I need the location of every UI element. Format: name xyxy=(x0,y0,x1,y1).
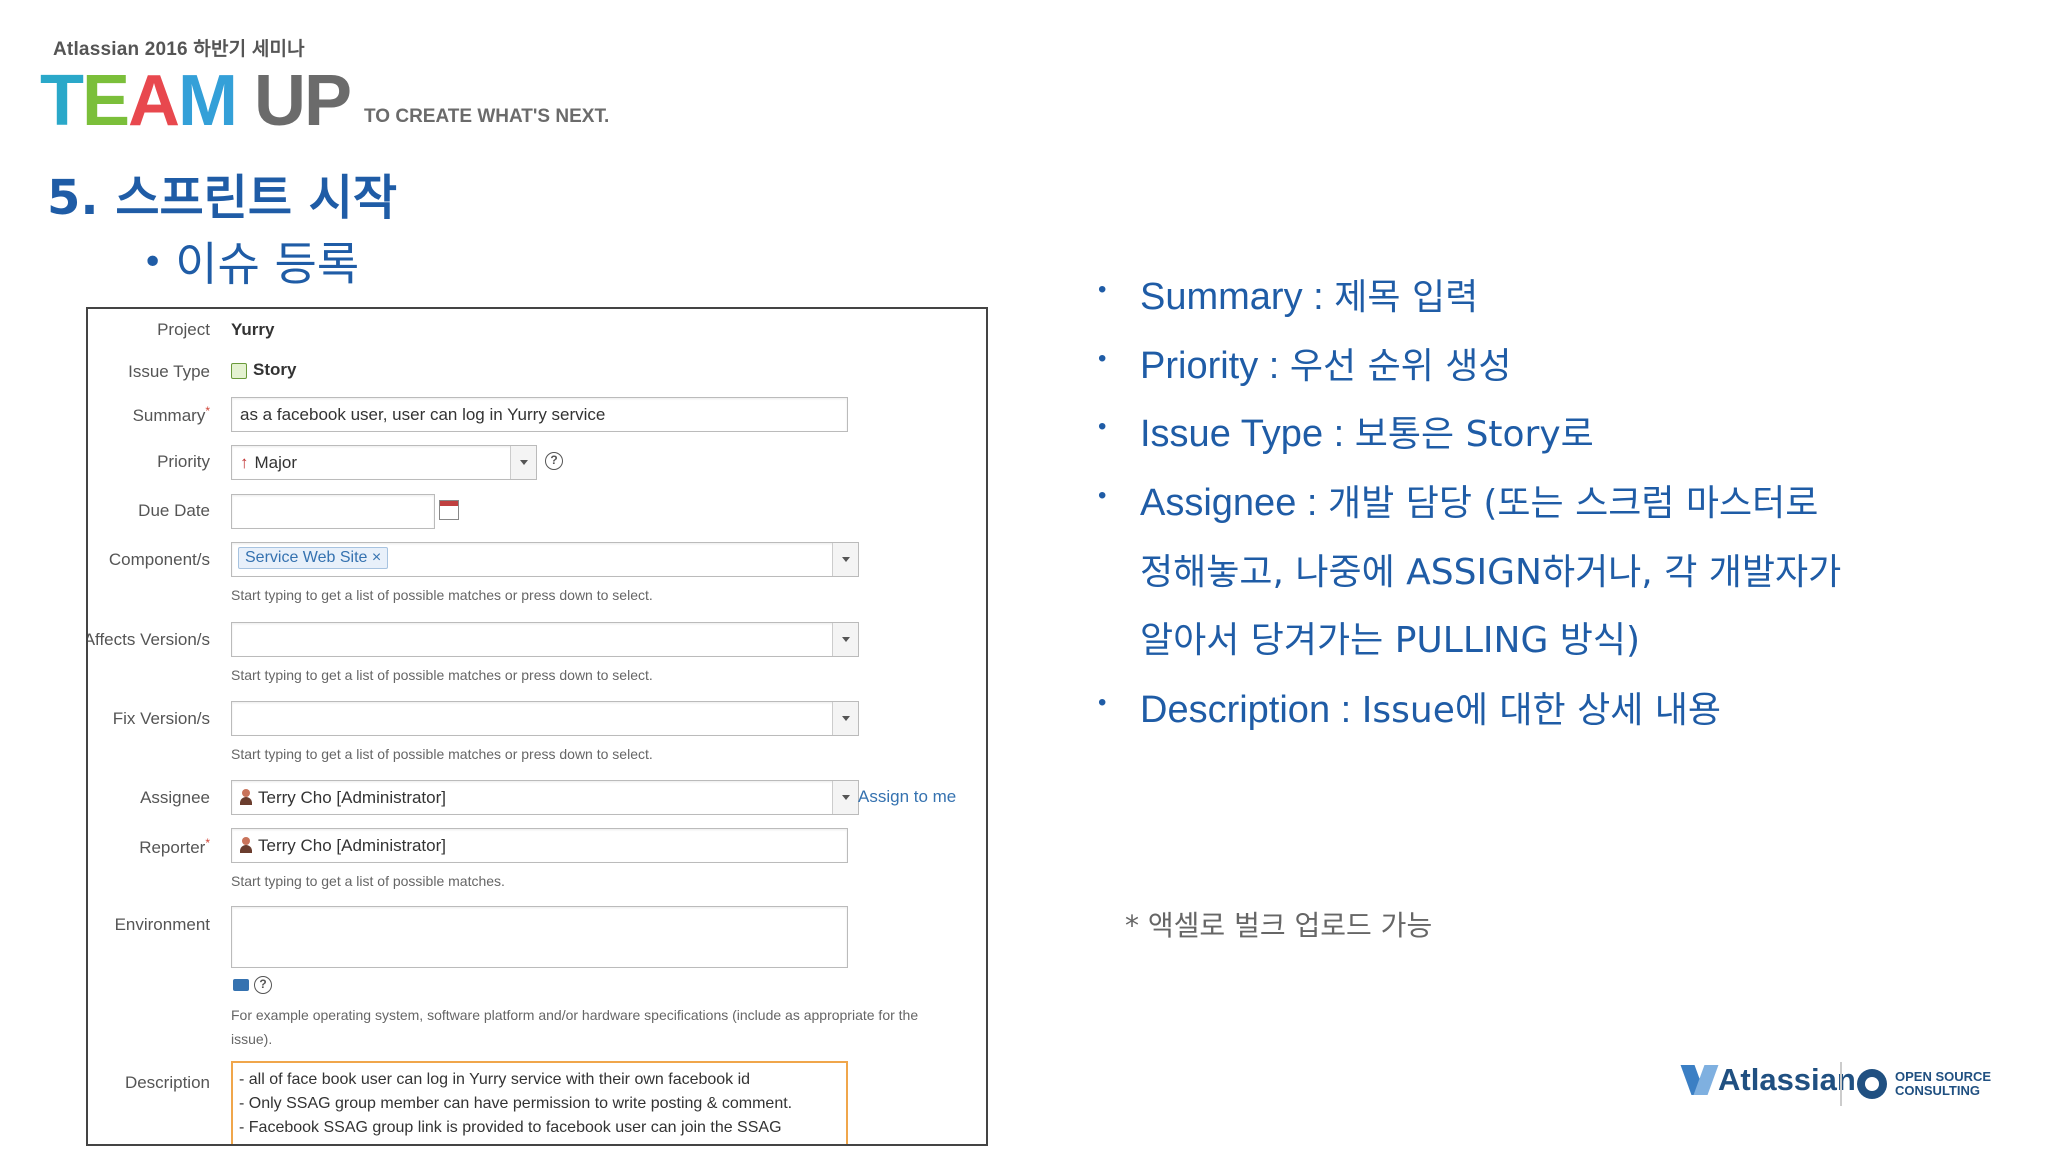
summary-input[interactable]: as a facebook user, user can log in Yurr… xyxy=(231,397,848,432)
user-icon xyxy=(240,837,252,853)
bullet-dot: • xyxy=(142,242,164,283)
components-input[interactable]: Service Web Site × xyxy=(231,542,859,577)
fix-version-hint: Start typing to get a list of possible m… xyxy=(231,746,653,762)
components-hint: Start typing to get a list of possible m… xyxy=(231,587,653,603)
description-line: - Facebook SSAG group link is provided t… xyxy=(239,1119,782,1136)
due-date-input[interactable] xyxy=(231,494,435,529)
description-textarea[interactable]: - all of face book user can log in Yurry… xyxy=(231,1061,848,1144)
team-word: TEAM xyxy=(40,61,238,141)
slide-title: 5. 스프린트 시작 xyxy=(47,170,398,226)
affects-version-label: Affects Version/s xyxy=(86,630,210,649)
story-icon xyxy=(231,362,247,379)
dropdown-chevron-icon[interactable] xyxy=(832,702,858,735)
slide-subtitle: • 이슈 등록 xyxy=(142,228,359,294)
environment-label: Environment xyxy=(114,915,210,934)
bulk-upload-note: * 액셀로 벌크 업로드 가능 xyxy=(1125,909,1433,942)
project-label: Project xyxy=(157,320,210,339)
components-label: Component/s xyxy=(108,550,210,569)
environment-textarea[interactable] xyxy=(231,906,848,968)
assignee-select[interactable]: Terry Cho [Administrator] xyxy=(231,780,859,815)
dropdown-chevron-icon[interactable] xyxy=(832,781,858,814)
fix-version-label: Fix Version/s xyxy=(112,709,210,728)
due-date-label: Due Date xyxy=(138,501,210,520)
assignee-label: Assignee xyxy=(140,788,210,807)
issue-type-value[interactable]: Story xyxy=(231,360,296,380)
seminar-label: Atlassian 2016 하반기 세미나 xyxy=(53,39,305,60)
reporter-input[interactable]: Terry Cho [Administrator] xyxy=(231,828,848,863)
dropdown-chevron-icon[interactable] xyxy=(832,543,858,576)
open-source-consulting-logo: OPEN SOURCE CONSULTING xyxy=(1857,1069,1991,1099)
summary-label: Summary* xyxy=(132,404,210,425)
priority-label: Priority xyxy=(157,452,210,471)
create-issue-form: Project Yurry Issue Type Story Summary* … xyxy=(86,307,988,1146)
priority-major-icon: ↑ xyxy=(240,453,249,472)
priority-select[interactable]: ↑ Major xyxy=(231,445,537,480)
calendar-icon[interactable] xyxy=(439,500,459,520)
osc-emblem-icon xyxy=(1857,1069,1887,1099)
atlassian-logo: Atlassian xyxy=(1686,1062,1856,1098)
assign-to-me-link[interactable]: Assign to me xyxy=(858,787,956,807)
description-label: Description xyxy=(124,1073,210,1092)
dropdown-chevron-icon[interactable] xyxy=(510,446,536,479)
dropdown-chevron-icon[interactable] xyxy=(832,623,858,656)
environment-hint-line-1: For example operating system, software p… xyxy=(231,1007,919,1023)
logo-divider xyxy=(1840,1062,1842,1106)
description-line: - Only SSAG group member can have permis… xyxy=(239,1095,793,1112)
osc-wordmark: OPEN SOURCE CONSULTING xyxy=(1895,1069,1992,1098)
component-chip[interactable]: Service Web Site × xyxy=(238,547,389,569)
reporter-hint: Start typing to get a list of possible m… xyxy=(231,873,505,889)
help-icon[interactable]: ? xyxy=(254,976,272,994)
issue-type-label: Issue Type xyxy=(128,362,210,381)
atlassian-wordmark: Atlassian xyxy=(1718,1062,1856,1097)
folder-icon[interactable] xyxy=(233,979,249,991)
description-line: - all of face book user can log in Yurry… xyxy=(239,1071,751,1088)
help-icon[interactable]: ? xyxy=(545,452,563,470)
affects-version-input[interactable] xyxy=(231,622,859,657)
team-up-logo: TEAM UP TO CREATE WHAT'S NEXT. xyxy=(40,61,610,141)
subtitle-text: 이슈 등록 xyxy=(175,237,360,291)
up-word: UP xyxy=(254,61,352,141)
reporter-label: Reporter* xyxy=(139,836,210,857)
atlassian-x-icon xyxy=(1686,1065,1714,1095)
fix-version-input[interactable] xyxy=(231,701,859,736)
project-value: Yurry xyxy=(231,320,275,339)
user-icon xyxy=(240,789,252,805)
environment-hint-line-2: issue). xyxy=(231,1031,273,1047)
tagline: TO CREATE WHAT'S NEXT. xyxy=(364,106,610,127)
affects-version-hint: Start typing to get a list of possible m… xyxy=(231,667,653,683)
